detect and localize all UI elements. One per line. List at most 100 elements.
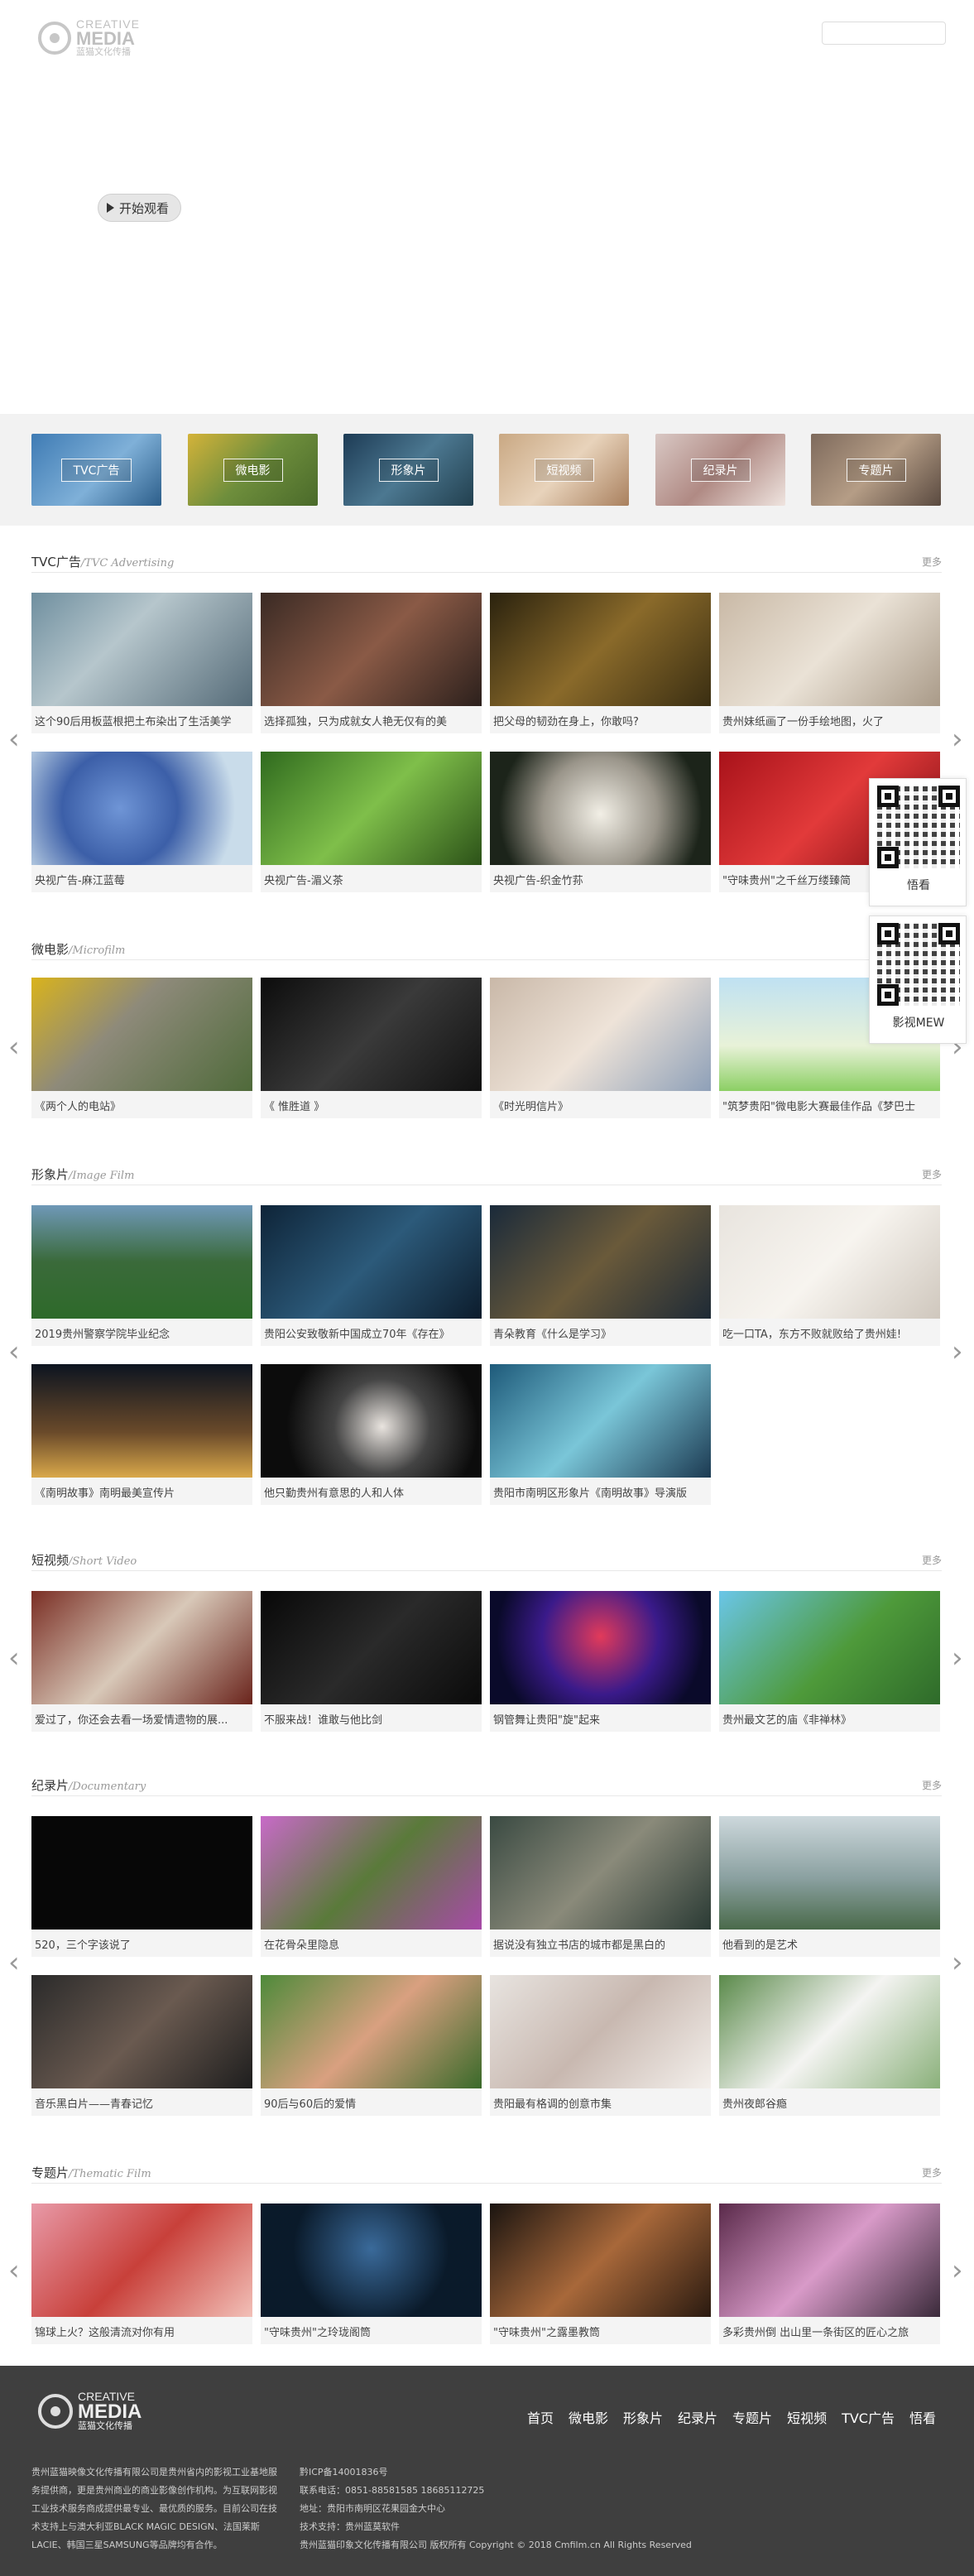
video-card[interactable]: 贵阳公安致敬新中国成立70年《存在》 (261, 1205, 482, 1346)
footer-nav-thematic[interactable]: 专题片 (732, 2407, 772, 2427)
footer-nav-tvc[interactable]: TVC广告 (842, 2407, 895, 2427)
video-card[interactable]: "守味贵州"之玲珑阁筒 (261, 2204, 482, 2344)
video-thumbnail (490, 978, 711, 1091)
video-card[interactable]: 央视广告-麻江蓝莓 (31, 752, 252, 892)
video-card[interactable]: 在花骨朵里隐息 (261, 1816, 482, 1957)
search-input[interactable] (822, 22, 946, 45)
next-arrow-icon[interactable]: › (952, 1338, 967, 1366)
footer-nav-microfilm[interactable]: 微电影 (569, 2407, 608, 2427)
video-card[interactable]: 2019贵州警察学院毕业纪念 (31, 1205, 252, 1346)
video-card[interactable]: 钢管舞让贵阳"旋"起来 (490, 1591, 711, 1732)
prev-arrow-icon[interactable]: ‹ (8, 1338, 23, 1366)
next-arrow-icon[interactable]: › (952, 2256, 967, 2285)
video-card[interactable]: 他只勤贵州有意思的人和人体 (261, 1364, 482, 1505)
more-link[interactable]: 更多 (922, 1778, 942, 1792)
video-thumbnail (261, 1591, 482, 1704)
video-card[interactable]: 锦球上火？这般清流对你有用 (31, 2204, 252, 2344)
section-header: 微电影/Microfilm (31, 940, 942, 960)
start-watching-button[interactable]: 开始观看 (98, 194, 182, 222)
footer-nav-documentary[interactable]: 纪录片 (678, 2407, 717, 2427)
more-link[interactable]: 更多 (922, 2165, 942, 2180)
video-caption: 不服来战！谁敢与他比剑 (264, 1714, 383, 1727)
video-card[interactable]: 贵阳最有格调的创意市集 (490, 1975, 711, 2116)
video-thumbnail (719, 1591, 940, 1704)
prev-arrow-icon[interactable]: ‹ (8, 1644, 23, 1672)
category-thematic[interactable]: 专题片 (811, 434, 941, 506)
video-thumbnail (31, 2204, 252, 2317)
video-card[interactable]: 贵州夜郎谷瘾 (719, 1975, 940, 2116)
video-card[interactable]: 《两个人的电站》 (31, 978, 252, 1118)
category-label: 短视频 (534, 458, 594, 482)
footer-nav-wukan[interactable]: 悟看 (909, 2407, 936, 2427)
qr-finder (938, 786, 960, 807)
video-card[interactable]: 央视广告-织金竹荪 (490, 752, 711, 892)
video-card[interactable]: 520，三个字该说了 (31, 1816, 252, 1957)
video-card[interactable]: 《 惟胜道 》 (261, 978, 482, 1118)
video-card[interactable]: 90后与60后的爱情 (261, 1975, 482, 2116)
video-caption: 在花骨朵里隐息 (264, 1939, 340, 1952)
video-caption: 90后与60后的爱情 (264, 2098, 357, 2111)
video-card[interactable]: 央视广告-湄义茶 (261, 752, 482, 892)
qr-code-panel[interactable]: 悟看 (869, 778, 967, 906)
video-thumbnail (31, 1816, 252, 1930)
qr-finder (877, 923, 899, 944)
footer-nav-image-film[interactable]: 形象片 (623, 2407, 663, 2427)
category-label: TVC广告 (60, 458, 132, 482)
site-logo[interactable]: CREATIVE MEDIA 蓝猫文化传播 (38, 18, 140, 57)
more-link[interactable]: 更多 (922, 1553, 942, 1567)
video-caption: 吃一口TA，东方不败就败给了贵州娃! (722, 1329, 902, 1341)
video-card[interactable]: 青朵教育《什么是学习》 (490, 1205, 711, 1346)
section-title: TVC广告/TVC Advertising (31, 555, 175, 570)
video-caption: 多彩贵州倒 出山里一条街区的匠心之旅 (722, 2327, 909, 2339)
video-card[interactable]: 这个90后用板蓝根把土布染出了生活美学 (31, 593, 252, 733)
category-short-video[interactable]: 短视频 (499, 434, 629, 506)
video-thumbnail (31, 752, 252, 865)
category-microfilm[interactable]: 微电影 (188, 434, 318, 506)
more-link[interactable]: 更多 (922, 1167, 942, 1181)
next-arrow-icon[interactable]: › (952, 1949, 967, 1977)
video-thumbnail (31, 978, 252, 1091)
footer-nav-home[interactable]: 首页 (527, 2407, 554, 2427)
more-link[interactable]: 更多 (922, 555, 942, 569)
video-card[interactable]: 贵阳市南明区形象片《南明故事》导演版 (490, 1364, 711, 1505)
logo-line2: MEDIA (76, 28, 135, 49)
qr-code-panel[interactable]: 影视MEW (869, 916, 967, 1044)
prev-arrow-icon[interactable]: ‹ (8, 2256, 23, 2285)
video-card[interactable]: 把父母的韧劲在身上，你敢吗? (490, 593, 711, 733)
video-card[interactable]: "守味贵州"之露墨教筒 (490, 2204, 711, 2344)
category-documentary[interactable]: 纪录片 (655, 434, 785, 506)
footer-logo[interactable]: CREATIVE MEDIA 蓝猫文化传播 (38, 2391, 142, 2431)
video-card[interactable]: 吃一口TA，东方不败就败给了贵州娃! (719, 1205, 940, 1346)
video-caption: 爱过了，你还会去看一场爱情遗物的展... (35, 1714, 228, 1727)
video-card[interactable]: 选择孤独，只为成就女人艳无仅有的美 (261, 593, 482, 733)
video-card[interactable]: 《时光明信片》 (490, 978, 711, 1118)
video-thumbnail (31, 1364, 252, 1478)
video-card[interactable]: 爱过了，你还会去看一场爱情遗物的展... (31, 1591, 252, 1732)
video-card[interactable]: 贵州妹纸画了一份手绘地图，火了 (719, 593, 940, 733)
logo-line3: 蓝猫文化传播 (78, 2421, 132, 2431)
video-card[interactable]: 不服来战！谁敢与他比剑 (261, 1591, 482, 1732)
video-caption: 选择孤独，只为成就女人艳无仅有的美 (264, 716, 448, 728)
video-card[interactable]: 据说没有独立书店的城市都是黑白的 (490, 1816, 711, 1957)
video-caption: "守味贵州"之玲珑阁筒 (264, 2327, 371, 2339)
video-caption: 音乐黑白片——青春记忆 (35, 2098, 154, 2111)
video-caption: 2019贵州警察学院毕业纪念 (35, 1329, 170, 1341)
video-card[interactable]: 多彩贵州倒 出山里一条街区的匠心之旅 (719, 2204, 940, 2344)
next-arrow-icon[interactable]: › (952, 1644, 967, 1672)
play-icon (107, 203, 114, 213)
video-card[interactable]: 贵州最文艺的庙《非禅林》 (719, 1591, 940, 1732)
prev-arrow-icon[interactable]: ‹ (8, 1949, 23, 1977)
prev-arrow-icon[interactable]: ‹ (8, 725, 23, 753)
video-card[interactable]: 《南明故事》南明最美宣传片 (31, 1364, 252, 1505)
video-caption: 锦球上火？这般清流对你有用 (35, 2327, 175, 2339)
video-card[interactable]: 他看到的是艺术 (719, 1816, 940, 1957)
next-arrow-icon[interactable]: › (952, 725, 967, 753)
video-thumbnail (719, 2204, 940, 2317)
section-title: 形象片/Image Film (31, 1167, 135, 1182)
prev-arrow-icon[interactable]: ‹ (8, 1033, 23, 1061)
category-tvc[interactable]: TVC广告 (31, 434, 161, 506)
footer-nav-short-video[interactable]: 短视频 (787, 2407, 827, 2427)
category-image-film[interactable]: 形象片 (343, 434, 473, 506)
video-card[interactable]: 音乐黑白片——青春记忆 (31, 1975, 252, 2116)
video-caption: 贵州夜郎谷瘾 (722, 2098, 788, 2111)
